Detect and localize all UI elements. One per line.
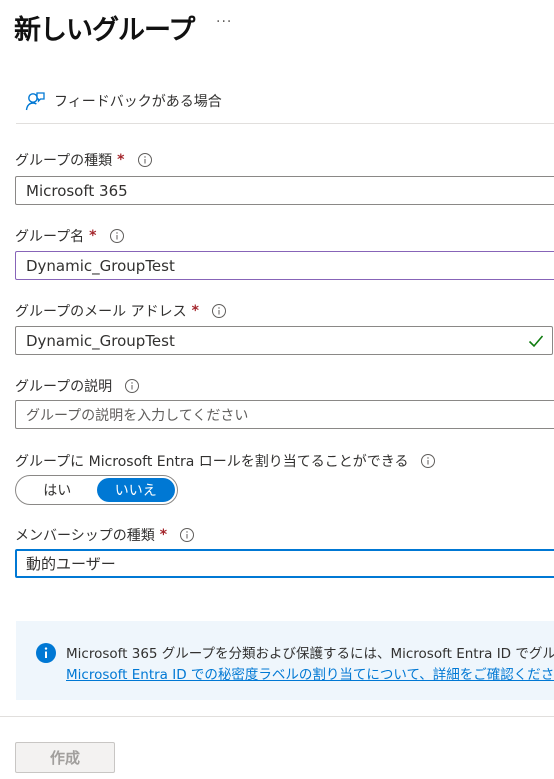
required-marker: * [117, 152, 125, 168]
membership-type-select[interactable]: 動的ユーザー [15, 549, 554, 578]
membership-type-label: メンバーシップの種類 * [15, 525, 195, 545]
group-email-input[interactable]: Dynamic_GroupTest [15, 326, 553, 355]
required-marker: * [89, 228, 97, 244]
entra-roles-label: グループに Microsoft Entra ロールを割り当てることができる [15, 451, 436, 471]
info-circle-icon [36, 643, 56, 663]
info-icon[interactable] [211, 303, 227, 319]
required-marker: * [159, 527, 168, 543]
page-title: 新しいグループ [14, 15, 195, 46]
info-icon[interactable] [179, 527, 195, 543]
group-description-label: グループの説明 [15, 376, 140, 396]
toggle-no-option[interactable]: いいえ [96, 478, 175, 502]
info-icon[interactable] [109, 228, 125, 244]
info-banner: Microsoft 365 グループを分類および保護するには、Microsoft… [16, 621, 554, 700]
group-description-input[interactable]: グループの説明を入力してください [15, 400, 554, 429]
feedback-link[interactable]: フィードバックがある場合 [24, 90, 222, 112]
group-email-label: グループのメール アドレス * [15, 301, 227, 321]
info-icon[interactable] [124, 378, 140, 394]
feedback-label: フィードバックがある場合 [54, 94, 222, 110]
more-options-button[interactable]: ··· [216, 14, 232, 30]
info-banner-text: Microsoft 365 グループを分類および保護するには、Microsoft… [66, 646, 554, 662]
description-placeholder: グループの説明を入力してください [26, 407, 249, 424]
group-name-input[interactable]: Dynamic_GroupTest [15, 251, 554, 280]
feedback-person-icon [25, 92, 45, 111]
header-divider [16, 123, 554, 124]
checkmark-icon [528, 335, 544, 348]
sensitivity-label-link[interactable]: Microsoft Entra ID での秘密度ラベルの割り当てについて、詳細を… [66, 663, 554, 683]
required-marker: * [191, 303, 199, 319]
toggle-yes-option[interactable]: はい [18, 478, 97, 502]
info-icon[interactable] [420, 453, 436, 469]
group-type-label: グループの種類 * [15, 150, 153, 170]
create-button[interactable]: 作成 [15, 742, 115, 773]
group-type-select[interactable]: Microsoft 365 [15, 176, 554, 205]
footer-divider [0, 716, 554, 717]
info-icon[interactable] [137, 152, 153, 168]
entra-roles-toggle[interactable]: はい いいえ [15, 475, 178, 505]
group-name-label: グループ名 * [15, 226, 125, 246]
